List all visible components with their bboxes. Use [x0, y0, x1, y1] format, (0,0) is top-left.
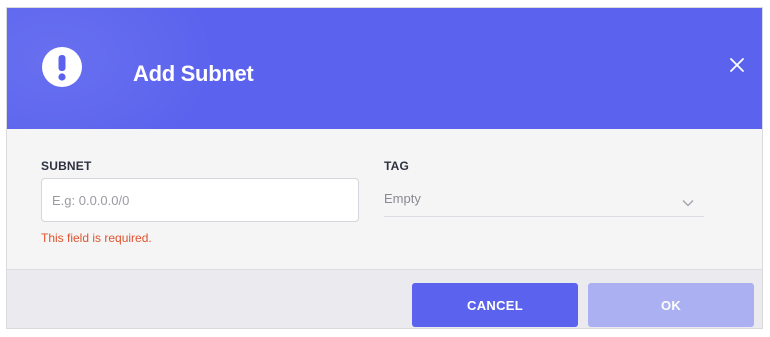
dialog-footer: CANCEL OK [7, 270, 762, 328]
tag-select-value: Empty [384, 191, 421, 206]
subnet-label: SUBNET [41, 159, 92, 173]
dialog-title: Add Subnet [133, 61, 254, 86]
tag-label: TAG [384, 159, 410, 173]
cancel-button[interactable]: CANCEL [412, 283, 578, 327]
ok-button[interactable]: OK [588, 283, 754, 327]
chevron-down-icon [682, 194, 694, 212]
dialog-body: SUBNET This field is required. TAG Empty [7, 129, 762, 270]
exclamation-circle-icon [42, 47, 82, 87]
close-icon[interactable] [728, 56, 746, 74]
tag-select[interactable]: Empty [384, 178, 704, 217]
dialog-header: Add Subnet [7, 8, 762, 129]
subnet-input[interactable] [41, 178, 359, 222]
add-subnet-dialog: Add Subnet SUBNET This field is required… [6, 7, 763, 329]
subnet-error-message: This field is required. [41, 231, 152, 245]
